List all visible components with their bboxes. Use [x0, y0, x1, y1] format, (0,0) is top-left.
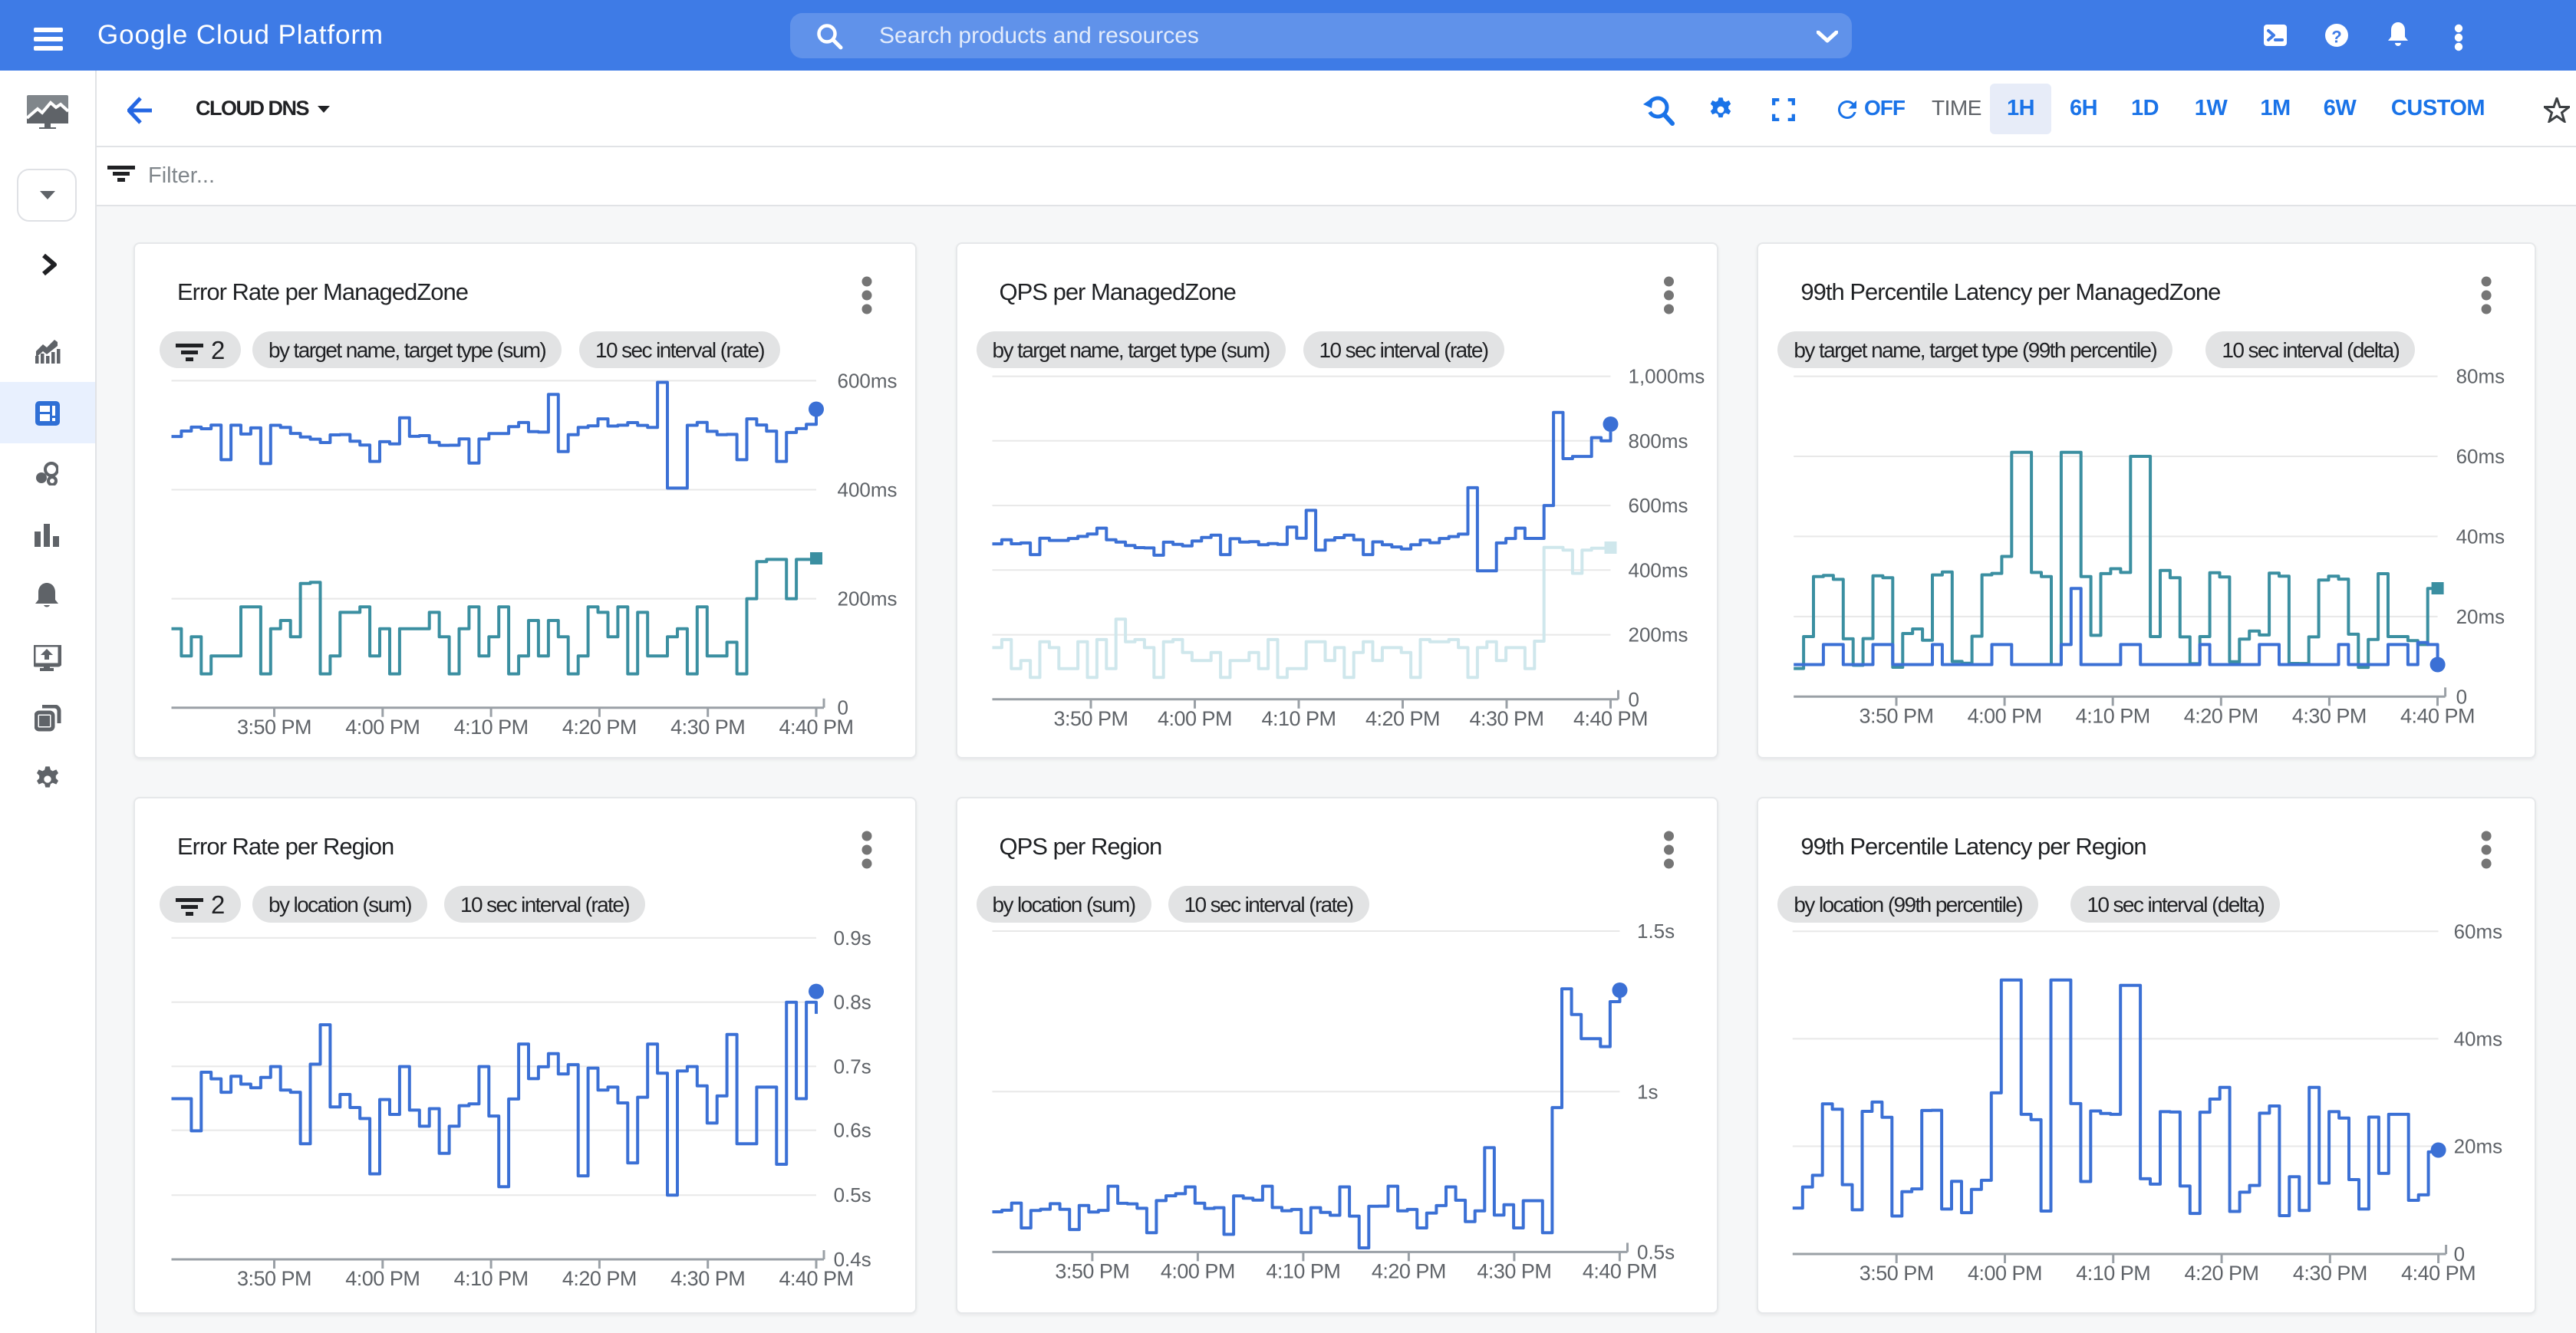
svg-text:4:00 PM: 4:00 PM [1160, 1260, 1234, 1283]
svg-text:0.8s: 0.8s [834, 991, 871, 1014]
svg-text:4:00 PM: 4:00 PM [345, 716, 420, 739]
svg-text:4:40 PM: 4:40 PM [1582, 1260, 1656, 1283]
svg-text:400ms: 400ms [1628, 558, 1688, 581]
svg-text:40ms: 40ms [2456, 525, 2505, 548]
svg-text:4:20 PM: 4:20 PM [1371, 1260, 1445, 1283]
svg-text:4:30 PM: 4:30 PM [1477, 1260, 1551, 1283]
svg-text:3:50 PM: 3:50 PM [1860, 705, 1934, 728]
svg-text:4:20 PM: 4:20 PM [2184, 705, 2258, 728]
svg-text:3:50 PM: 3:50 PM [1055, 1260, 1129, 1283]
svg-text:1,000ms: 1,000ms [1628, 365, 1705, 388]
svg-text:20ms: 20ms [2454, 1134, 2503, 1157]
svg-text:4:00 PM: 4:00 PM [1968, 705, 2042, 728]
svg-text:4:30 PM: 4:30 PM [2293, 1262, 2367, 1285]
svg-text:400ms: 400ms [838, 479, 898, 502]
svg-text:60ms: 60ms [2454, 920, 2503, 943]
svg-text:4:10 PM: 4:10 PM [2077, 1262, 2151, 1285]
svg-text:0.9s: 0.9s [834, 927, 871, 950]
svg-text:4:30 PM: 4:30 PM [1469, 707, 1543, 730]
svg-text:0.7s: 0.7s [834, 1055, 871, 1078]
svg-text:4:30 PM: 4:30 PM [2292, 705, 2367, 728]
svg-text:?: ? [2331, 28, 2341, 47]
svg-text:80ms: 80ms [2456, 365, 2505, 388]
svg-text:0.5s: 0.5s [834, 1183, 871, 1206]
svg-text:3:50 PM: 3:50 PM [1860, 1262, 1934, 1285]
svg-text:4:20 PM: 4:20 PM [562, 1267, 637, 1290]
svg-text:3:50 PM: 3:50 PM [237, 1267, 311, 1290]
svg-text:1s: 1s [1637, 1080, 1658, 1103]
svg-text:4:30 PM: 4:30 PM [670, 716, 745, 739]
svg-text:4:00 PM: 4:00 PM [1157, 707, 1231, 730]
svg-text:200ms: 200ms [1628, 624, 1688, 647]
svg-text:3:50 PM: 3:50 PM [1053, 707, 1128, 730]
svg-text:600ms: 600ms [1628, 494, 1688, 517]
svg-text:4:20 PM: 4:20 PM [562, 716, 637, 739]
svg-text:4:10 PM: 4:10 PM [1261, 707, 1336, 730]
svg-text:4:40 PM: 4:40 PM [1573, 707, 1647, 730]
svg-text:4:00 PM: 4:00 PM [345, 1267, 420, 1290]
svg-text:4:10 PM: 4:10 PM [454, 1267, 529, 1290]
svg-text:4:00 PM: 4:00 PM [1968, 1262, 2042, 1285]
svg-text:4:40 PM: 4:40 PM [2400, 705, 2475, 728]
svg-text:4:10 PM: 4:10 PM [2076, 705, 2150, 728]
svg-text:3:50 PM: 3:50 PM [237, 716, 311, 739]
svg-text:40ms: 40ms [2454, 1027, 2503, 1050]
svg-text:0.6s: 0.6s [834, 1119, 871, 1142]
svg-text:4:30 PM: 4:30 PM [670, 1267, 745, 1290]
svg-text:4:40 PM: 4:40 PM [779, 1267, 853, 1290]
svg-text:4:20 PM: 4:20 PM [1365, 707, 1439, 730]
svg-text:1.5s: 1.5s [1637, 920, 1675, 943]
svg-text:4:10 PM: 4:10 PM [454, 716, 529, 739]
svg-text:4:10 PM: 4:10 PM [1266, 1260, 1340, 1283]
svg-text:60ms: 60ms [2456, 445, 2505, 468]
svg-text:4:20 PM: 4:20 PM [2185, 1262, 2259, 1285]
svg-text:20ms: 20ms [2456, 605, 2505, 628]
svg-text:4:40 PM: 4:40 PM [2401, 1262, 2476, 1285]
svg-text:200ms: 200ms [838, 588, 898, 611]
svg-text:4:40 PM: 4:40 PM [779, 716, 853, 739]
svg-text:600ms: 600ms [838, 369, 898, 392]
svg-text:800ms: 800ms [1628, 430, 1688, 453]
